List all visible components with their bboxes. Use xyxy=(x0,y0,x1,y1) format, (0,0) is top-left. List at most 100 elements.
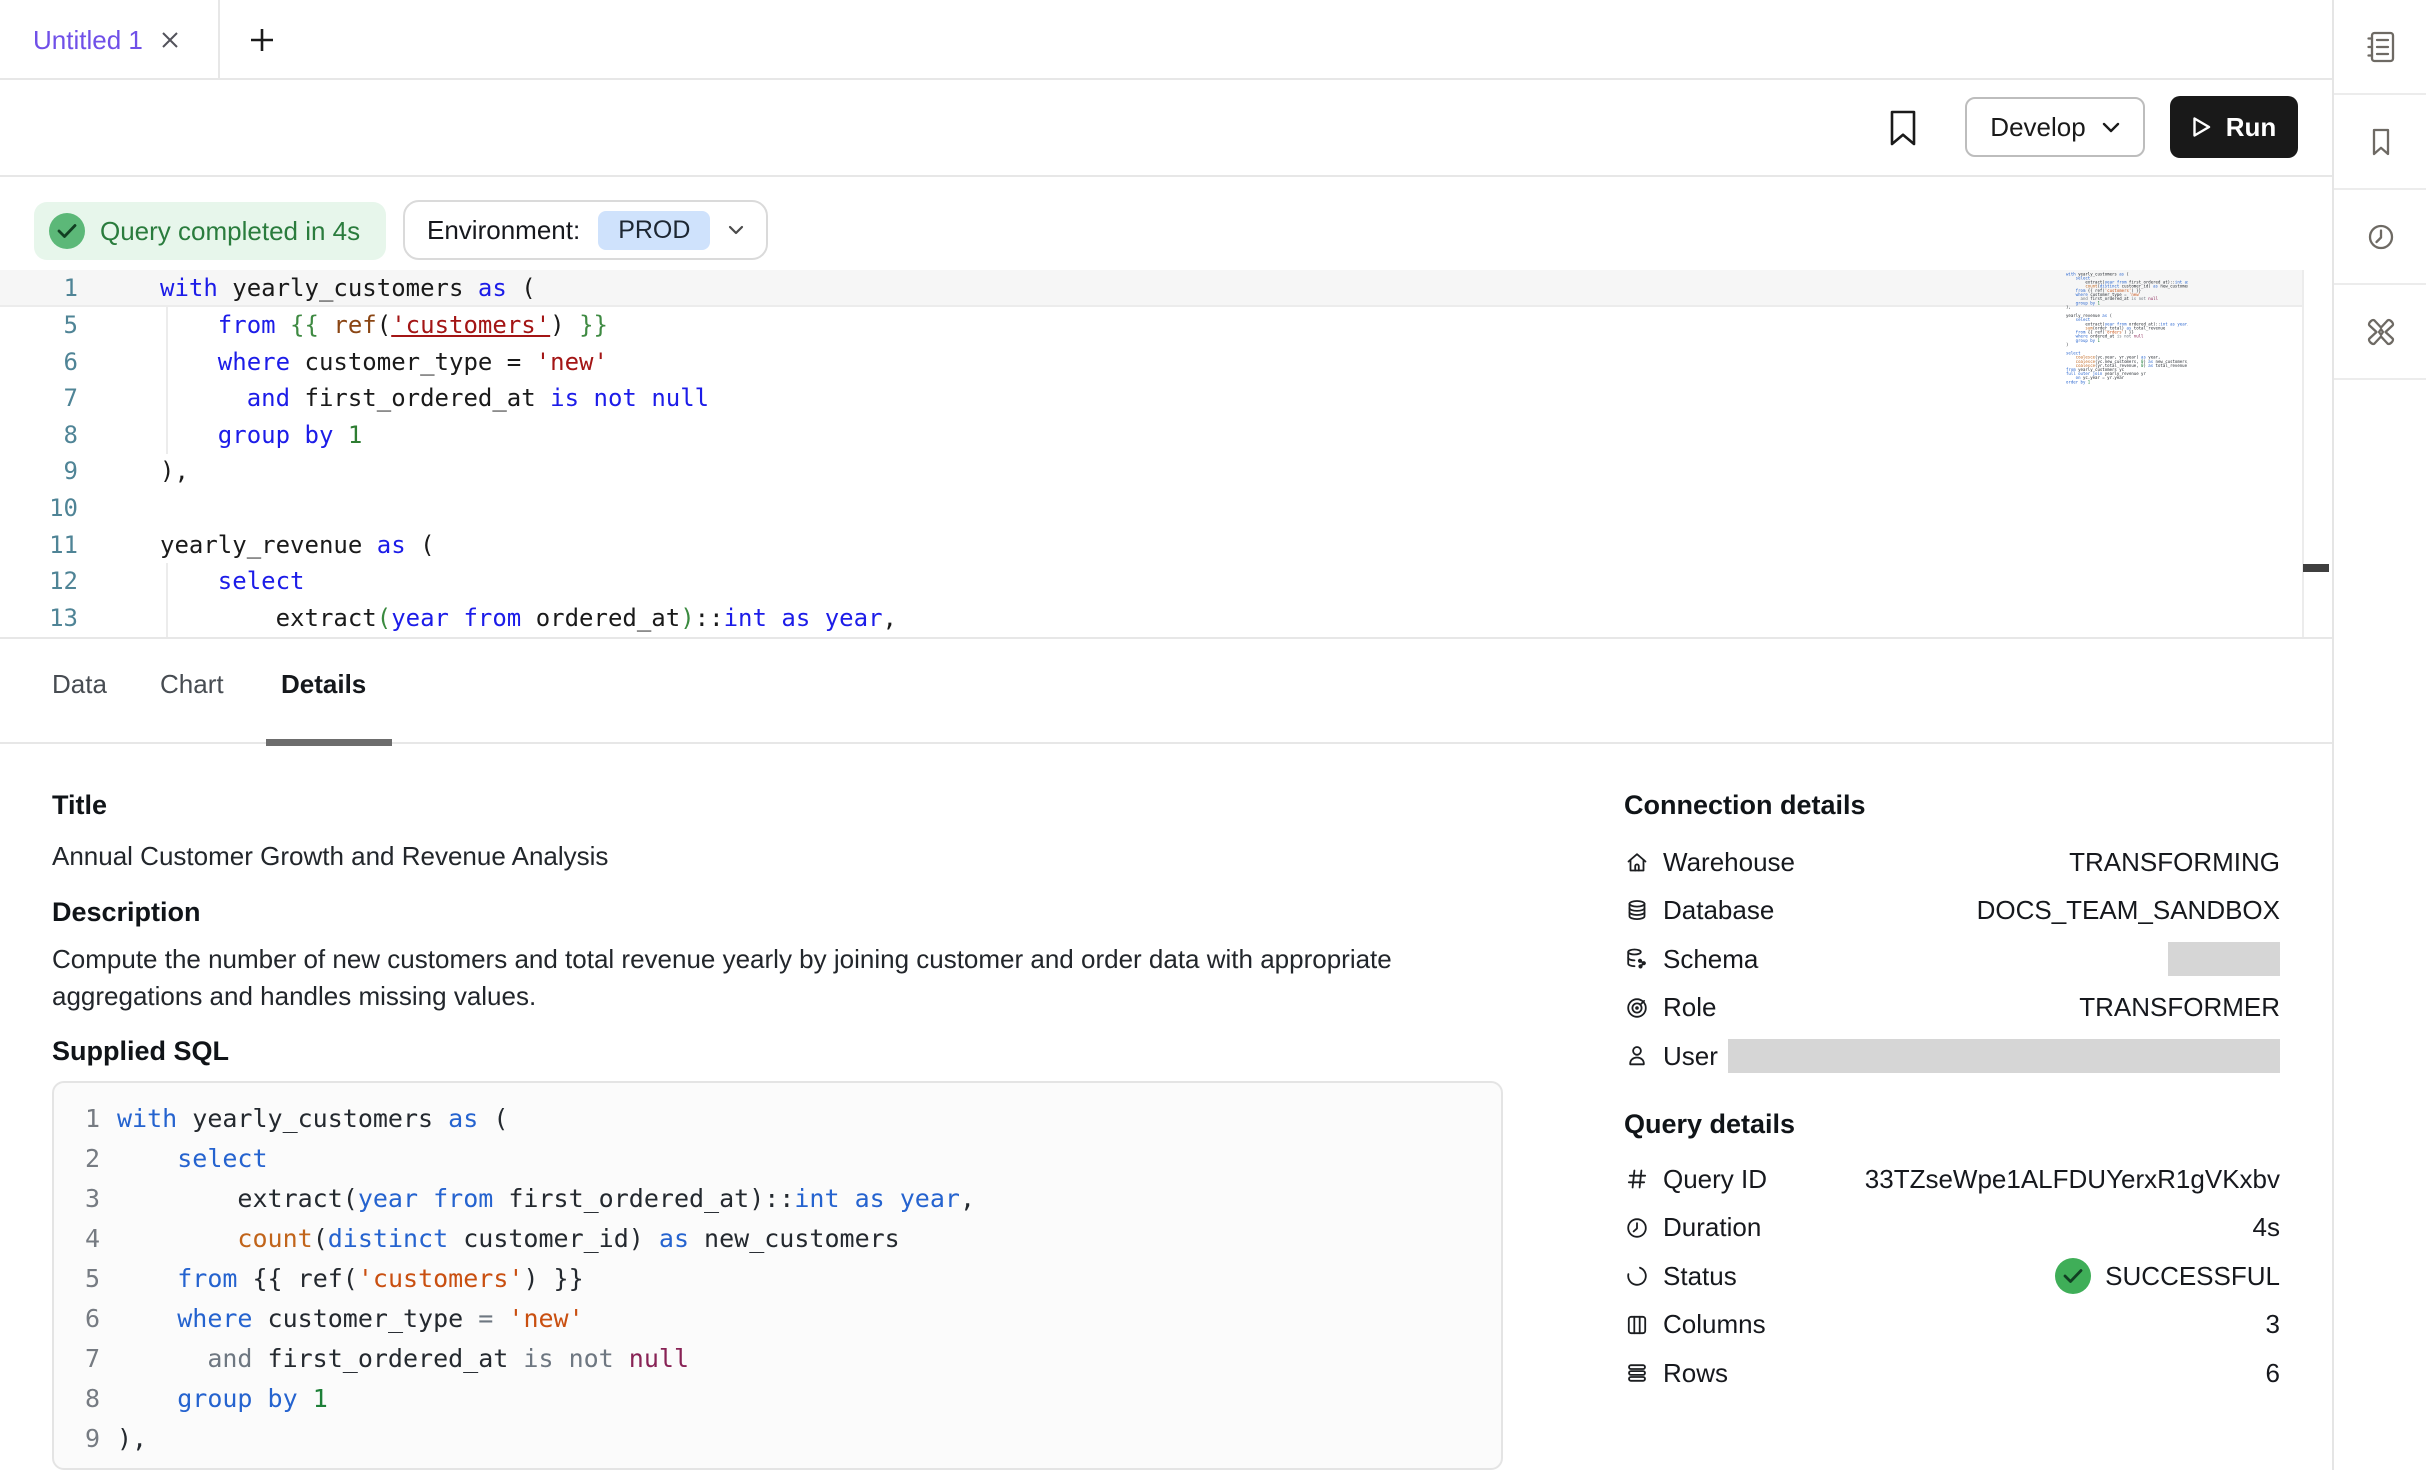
code-text: select xyxy=(100,1139,1501,1179)
editor-scrollbar[interactable] xyxy=(2302,270,2330,637)
sql-block-line: 1with yearly_customers as ( xyxy=(54,1099,1501,1139)
editor-line[interactable]: 5 from {{ ref('customers') }} xyxy=(0,307,2302,344)
code-text: group by 1 xyxy=(100,1379,1501,1419)
database-icon xyxy=(1624,898,1650,924)
row-label: Status xyxy=(1663,1261,1737,1292)
chevron-down-icon xyxy=(728,225,744,235)
row-label: Duration xyxy=(1663,1212,1761,1243)
sql-editor[interactable]: 1with yearly_customers as (5 from {{ ref… xyxy=(0,270,2302,637)
row-label: Role xyxy=(1663,992,1716,1023)
connection-details-heading: Connection details xyxy=(1624,790,2280,821)
code-text: and first_ordered_at is not null xyxy=(78,380,2302,417)
bookmark-icon xyxy=(1888,109,1918,147)
supplied-sql-heading: Supplied SQL xyxy=(52,1036,229,1067)
notebook-icon xyxy=(2361,27,2401,67)
row-label: Warehouse xyxy=(1663,847,1795,878)
tab-bar: Untitled 1 xyxy=(0,0,2332,80)
editor-line[interactable]: 12 select xyxy=(0,563,2302,600)
result-tab-data[interactable]: Data xyxy=(52,669,107,700)
editor-line[interactable]: 1with yearly_customers as ( xyxy=(0,270,2302,307)
sql-block-line: 6 where customer_type = 'new' xyxy=(54,1299,1501,1339)
history-icon xyxy=(2361,217,2401,257)
result-tab-strip: Data Chart Details xyxy=(0,637,2332,744)
sidebar-button-notebook[interactable] xyxy=(2334,0,2426,95)
result-tab-details[interactable]: Details xyxy=(281,669,366,700)
line-number: 12 xyxy=(0,563,78,600)
rows-icon xyxy=(1624,1360,1650,1386)
line-number: 10 xyxy=(54,1459,100,1470)
sidebar-button-bookmark[interactable] xyxy=(2334,95,2426,190)
editor-line[interactable]: 9), xyxy=(0,453,2302,490)
columns-row: Columns 3 xyxy=(1624,1301,2280,1349)
indent-guide xyxy=(166,563,168,637)
row-value: 3 xyxy=(2266,1309,2280,1340)
develop-dropdown[interactable]: Develop xyxy=(1965,97,2145,157)
line-number: 7 xyxy=(54,1339,100,1379)
query-status-badge: Query completed in 4s xyxy=(34,202,386,260)
ide-window: Untitled 1 Develop Run Q xyxy=(0,0,2426,1470)
row-label: Database xyxy=(1663,895,1774,926)
code-text: yearly_revenue as ( xyxy=(78,527,2302,564)
role-icon xyxy=(1624,995,1650,1021)
editor-line[interactable]: 10 xyxy=(0,490,2302,527)
active-tab-indicator xyxy=(266,739,392,746)
editor-line[interactable]: 7 and first_ordered_at is not null xyxy=(0,380,2302,417)
environment-label: Environment: xyxy=(427,215,580,246)
columns-icon xyxy=(1624,1312,1650,1338)
editor-scrollbar-thumb[interactable] xyxy=(2303,564,2329,572)
user-row: User xyxy=(1624,1032,2280,1080)
file-tab-untitled-1[interactable]: Untitled 1 xyxy=(0,0,220,80)
line-number: 1 xyxy=(0,270,78,307)
code-text: ), xyxy=(100,1419,1501,1459)
line-number: 5 xyxy=(54,1259,100,1299)
redacted-value xyxy=(1728,1039,2280,1073)
row-value: TRANSFORMER xyxy=(2079,992,2280,1023)
line-number: 11 xyxy=(0,527,78,564)
bookmark-button[interactable] xyxy=(1876,101,1930,155)
line-number: 6 xyxy=(54,1299,100,1339)
row-label: Rows xyxy=(1663,1358,1728,1389)
code-text xyxy=(78,490,2302,527)
database-row: DatabaseDOCS_TEAM_SANDBOX xyxy=(1624,887,2280,935)
row-label: Query ID xyxy=(1663,1164,1767,1195)
run-button[interactable]: Run xyxy=(2170,96,2298,158)
query-id-row: Query ID 33TZseWpe1ALFDUYerxR1gVKxbv xyxy=(1624,1155,2280,1203)
code-text: group by 1 xyxy=(78,417,2302,454)
row-label: Columns xyxy=(1663,1309,1766,1340)
row-label: Schema xyxy=(1663,944,1758,975)
minimap-line: order by 1 xyxy=(2066,380,2188,384)
line-number: 13 xyxy=(0,600,78,637)
row-value: 33TZseWpe1ALFDUYerxR1gVKxbv xyxy=(1865,1164,2280,1195)
editor-line[interactable]: 6 where customer_type = 'new' xyxy=(0,344,2302,381)
editor-line[interactable]: 13 extract(year from ordered_at)::int as… xyxy=(0,600,2302,637)
row-value: 4s xyxy=(2253,1212,2280,1243)
editor-line[interactable]: 8 group by 1 xyxy=(0,417,2302,454)
right-icon-sidebar xyxy=(2332,0,2426,1470)
result-tab-chart[interactable]: Chart xyxy=(160,669,224,700)
status-row: Status SUCCESSFUL xyxy=(1624,1252,2280,1300)
play-icon xyxy=(2192,116,2212,138)
supplied-sql-code-block: 1with yearly_customers as (2 select3 ext… xyxy=(52,1081,1503,1470)
spinner-icon xyxy=(1624,1263,1650,1289)
environment-selector[interactable]: Environment: PROD xyxy=(403,200,768,260)
new-tab-button[interactable] xyxy=(236,14,288,66)
line-number: 7 xyxy=(0,380,78,417)
code-text: with yearly_customers as ( xyxy=(78,270,2302,307)
status-value: SUCCESSFUL xyxy=(2055,1258,2280,1294)
sidebar-button-history[interactable] xyxy=(2334,190,2426,285)
line-number: 6 xyxy=(0,344,78,381)
editor-minimap[interactable]: with yearly_customers as ( select extrac… xyxy=(2066,272,2188,388)
duration-row: Duration 4s xyxy=(1624,1204,2280,1252)
sidebar-button-copilot[interactable] xyxy=(2334,285,2426,380)
line-number: 3 xyxy=(54,1179,100,1219)
code-text: extract(year from first_ordered_at)::int… xyxy=(100,1179,1501,1219)
line-number: 4 xyxy=(54,1219,100,1259)
editor-line[interactable]: 11yearly_revenue as ( xyxy=(0,527,2302,564)
sql-block-line: 2 select xyxy=(54,1139,1501,1179)
code-text: where customer_type = 'new' xyxy=(100,1299,1501,1339)
close-icon[interactable] xyxy=(159,29,181,51)
sql-block-line: 7 and first_ordered_at is not null xyxy=(54,1339,1501,1379)
bookmark-icon xyxy=(2361,122,2401,162)
chevron-down-icon xyxy=(2102,122,2120,133)
rows-row: Rows6 xyxy=(1624,1349,2280,1397)
